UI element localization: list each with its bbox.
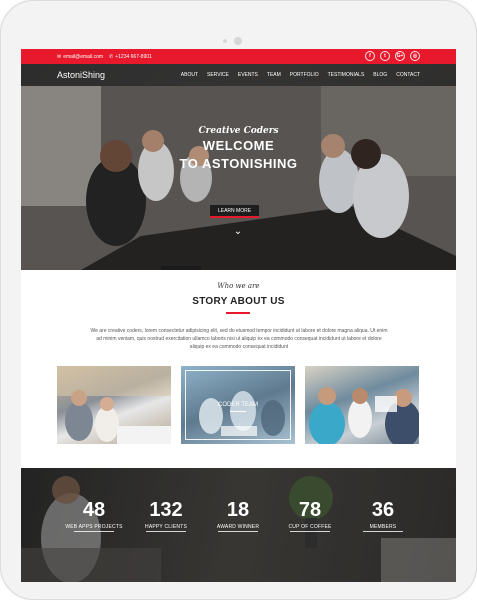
stat-happy-clients: 132 HAPPY CLIENTS (131, 499, 201, 532)
team-photo-2[interactable]: CODER TEAM (181, 366, 295, 444)
stat-label: HAPPY CLIENTS (145, 524, 187, 530)
mail-icon: ✉ (57, 54, 62, 60)
phone-text: +1234 667-8901 (115, 54, 152, 60)
nav-item-blog[interactable]: BLOG (373, 72, 387, 78)
website-screen: ✉ email@email.com ✆ +1234 667-8901 f t G+ … (21, 49, 456, 582)
about-paragraph: We are creative coders, lorem consectetu… (90, 328, 388, 350)
team-photo-1-art (57, 366, 171, 444)
stat-value: 18 (226, 499, 250, 521)
sensor-dot (223, 39, 227, 43)
stat-cup-of-coffee: 78 CUP OF COFFEE (275, 499, 345, 532)
hero-heading-block: Creative Coders WELCOME TO ASTONISHING (21, 126, 456, 172)
email-link[interactable]: ✉ email@email.com (57, 54, 103, 60)
stat-label: WEB APPS PROJECTS (65, 524, 123, 530)
contact-info: ✉ email@email.com ✆ +1234 667-8901 (57, 54, 152, 60)
stat-label: CUP OF COFFEE (288, 524, 332, 530)
stat-web-apps: 48 WEB APPS PROJECTS (59, 499, 129, 532)
stat-underline (218, 531, 258, 532)
team-photo-1[interactable] (57, 366, 171, 444)
google-plus-icon[interactable]: G+ (395, 51, 405, 61)
stat-value: 36 (371, 499, 395, 521)
stat-value: 78 (298, 499, 322, 521)
stat-value: 132 (149, 499, 183, 521)
stat-underline (290, 531, 330, 532)
instagram-icon[interactable]: ◎ (410, 51, 420, 61)
nav-item-portfolio[interactable]: PORTFOLIO (290, 72, 319, 78)
nav-menu: ABOUT SERVICE EVENTS TEAM PORTFOLIO TEST… (181, 72, 420, 78)
hero-title-line-2: TO ASTONISHING (179, 156, 298, 171)
about-section: Who we are STORY ABOUT US We are creativ… (21, 270, 456, 470)
stat-underline (363, 531, 403, 532)
camera-icon (234, 37, 242, 45)
nav-item-team[interactable]: TEAM (267, 72, 281, 78)
stat-value: 48 (82, 499, 106, 521)
social-links: f t G+ ◎ (365, 51, 420, 61)
top-contact-bar: ✉ email@email.com ✆ +1234 667-8901 f t G+ … (21, 49, 456, 64)
nav-item-testimonials[interactable]: TESTIMONIALS (328, 72, 365, 78)
about-gallery: CODER TEAM (57, 366, 420, 444)
stats-section: 48 WEB APPS PROJECTS 132 HAPPY CLIENTS 1… (21, 468, 456, 582)
section-subtitle: Who we are (217, 282, 260, 290)
main-navbar: AstoniShing ABOUT SERVICE EVENTS TEAM PO… (21, 64, 456, 86)
stat-members: 36 MEMBERS (348, 499, 418, 532)
title-divider (226, 312, 250, 314)
team-photo-3[interactable] (305, 366, 419, 444)
stat-award-winner: 18 AWARD WINNER (203, 499, 273, 532)
caption-underline (230, 411, 246, 412)
hero-section: AstoniShing ABOUT SERVICE EVENTS TEAM PO… (21, 64, 456, 270)
nav-item-service[interactable]: SERVICE (207, 72, 229, 78)
nav-item-contact[interactable]: CONTACT (396, 72, 420, 78)
nav-item-about[interactable]: ABOUT (181, 72, 198, 78)
stat-label: AWARD WINNER (216, 524, 260, 530)
stat-label: MEMBERS (369, 524, 397, 530)
nav-item-events[interactable]: EVENTS (238, 72, 258, 78)
facebook-icon[interactable]: f (365, 51, 375, 61)
twitter-icon[interactable]: t (380, 51, 390, 61)
email-text: email@email.com (63, 54, 104, 60)
image-caption: CODER TEAM (218, 402, 258, 408)
hero-tagline: Creative Coders (198, 126, 279, 136)
team-photo-3-art (309, 387, 419, 444)
stat-underline (74, 531, 114, 532)
hero-title-line-1: WELCOME (202, 138, 275, 153)
chevron-down-icon[interactable]: ⌄ (228, 225, 248, 239)
learn-more-button[interactable]: LEARN MORE (210, 205, 259, 218)
phone-icon: ✆ (109, 54, 114, 60)
phone-link[interactable]: ✆ +1234 667-8901 (109, 54, 152, 60)
site-logo[interactable]: AstoniShing (57, 70, 105, 80)
stat-underline (146, 531, 186, 532)
section-title: STORY ABOUT US (192, 296, 285, 307)
